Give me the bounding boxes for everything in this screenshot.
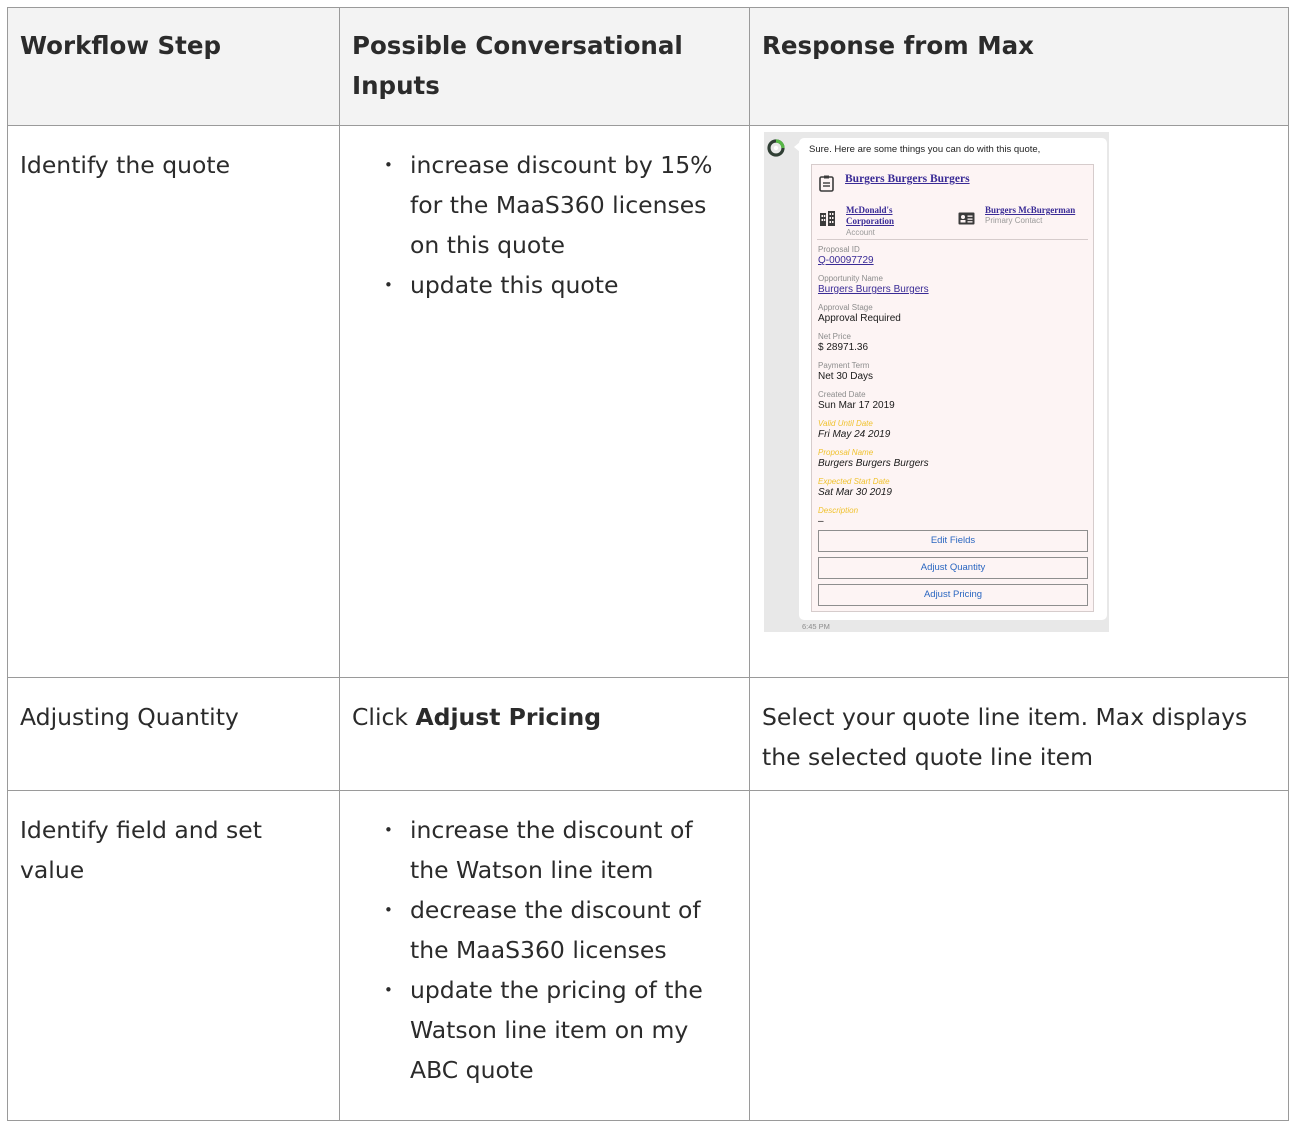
contact-label: Primary Contact: [985, 216, 1043, 225]
contact-card-icon: [958, 212, 975, 225]
response-cell: Select your quote line item. Max display…: [749, 677, 1289, 791]
bot-avatar-icon: [767, 139, 785, 157]
field-label: Valid Until Date: [818, 419, 873, 428]
field-approval-stage: Approval Stage Approval Required: [818, 303, 1088, 332]
field-value: $ 28971.36: [818, 342, 869, 353]
quote-card: Burgers Burgers Burgers McDonald's Corpo…: [811, 164, 1094, 612]
chat-screenshot: Sure. Here are some things you can do wi…: [764, 132, 1109, 632]
chat-bubble: Sure. Here are some things you can do wi…: [799, 138, 1107, 620]
quote-fields: Proposal ID Q-00097729 Opportunity Name …: [818, 245, 1088, 535]
field-created-date: Created Date Sun Mar 17 2019: [818, 390, 1088, 419]
input-prefix: Click: [352, 703, 416, 731]
adjust-pricing-term: Adjust Pricing: [415, 703, 602, 731]
header-response: Response from Max: [749, 7, 1289, 126]
field-label: Proposal ID: [818, 245, 860, 254]
field-proposal-name: Proposal Name Burgers Burgers Burgers: [818, 448, 1088, 477]
field-expected-start-date: Expected Start Date Sat Mar 30 2019: [818, 477, 1088, 506]
response-cell: Sure. Here are some things you can do wi…: [749, 125, 1289, 678]
inputs-cell: Click Adjust Pricing: [339, 677, 750, 791]
input-item: decrease the discount of the MaaS360 lic…: [382, 890, 737, 970]
input-item: update this quote: [382, 265, 737, 305]
field-label: Approval Stage: [818, 303, 873, 312]
workflow-table: Workflow Step Possible Conversational In…: [7, 7, 1289, 1121]
field-label: Opportunity Name: [818, 274, 883, 283]
adjust-quantity-button[interactable]: Adjust Quantity: [818, 557, 1088, 579]
account-label: Account: [846, 228, 875, 237]
step-cell: Identify the quote: [7, 125, 340, 678]
opportunity-link[interactable]: Burgers Burgers Burgers: [818, 283, 1088, 296]
adjust-pricing-button[interactable]: Adjust Pricing: [818, 584, 1088, 606]
inputs-cell: increase discount by 15% for the MaaS360…: [339, 125, 750, 678]
field-value: Net 30 Days: [818, 371, 874, 382]
field-opportunity-name: Opportunity Name Burgers Burgers Burgers: [818, 274, 1088, 303]
document-icon: [819, 175, 834, 192]
field-value: Burgers Burgers Burgers: [818, 458, 929, 469]
field-value: Sat Mar 30 2019: [818, 487, 892, 498]
step-cell: Identify field and set value: [7, 790, 340, 1121]
proposal-id-link[interactable]: Q-00097729: [818, 254, 1088, 267]
field-value: Sun Mar 17 2019: [818, 400, 895, 411]
response-cell: [749, 790, 1289, 1121]
header-workflow-step: Workflow Step: [7, 7, 340, 126]
card-divider: [817, 239, 1088, 240]
building-icon: [820, 211, 835, 226]
inputs-cell: increase the discount of the Watson line…: [339, 790, 750, 1121]
field-label: Created Date: [818, 390, 866, 399]
field-label: Proposal Name: [818, 448, 874, 457]
message-timestamp: 6:45 PM: [802, 622, 830, 631]
table-row: Identify the quote increase discount by …: [7, 125, 1289, 678]
field-value: –: [818, 516, 824, 527]
table-row: Adjusting Quantity Click Adjust Pricing …: [7, 677, 1289, 791]
field-value: Fri May 24 2019: [818, 429, 891, 440]
chat-intro-text: Sure. Here are some things you can do wi…: [809, 144, 1041, 155]
field-label: Net Price: [818, 332, 851, 341]
field-label: Payment Term: [818, 361, 870, 370]
input-item: increase discount by 15% for the MaaS360…: [382, 145, 737, 265]
field-value: Approval Required: [818, 313, 901, 324]
table-header-row: Workflow Step Possible Conversational In…: [7, 7, 1289, 126]
field-valid-until-date: Valid Until Date Fri May 24 2019: [818, 419, 1088, 448]
field-label: Expected Start Date: [818, 477, 890, 486]
quote-title-link[interactable]: Burgers Burgers Burgers: [845, 173, 970, 185]
field-proposal-id: Proposal ID Q-00097729: [818, 245, 1088, 274]
table-row: Identify field and set value increase th…: [7, 790, 1289, 1121]
inputs-list: increase discount by 15% for the MaaS360…: [352, 145, 737, 305]
input-item: increase the discount of the Watson line…: [382, 810, 737, 890]
inputs-list: increase the discount of the Watson line…: [352, 810, 737, 1090]
field-net-price: Net Price $ 28971.36: [818, 332, 1088, 361]
field-label: Description: [818, 506, 859, 515]
account-link[interactable]: McDonald's Corporation: [846, 205, 936, 227]
input-item: update the pricing of the Watson line it…: [382, 970, 737, 1090]
header-conversational-inputs: Possible Conversational Inputs: [339, 7, 750, 126]
step-cell: Adjusting Quantity: [7, 677, 340, 791]
edit-fields-button[interactable]: Edit Fields: [818, 530, 1088, 552]
contact-link[interactable]: Burgers McBurgerman: [985, 205, 1115, 216]
field-payment-term: Payment Term Net 30 Days: [818, 361, 1088, 390]
